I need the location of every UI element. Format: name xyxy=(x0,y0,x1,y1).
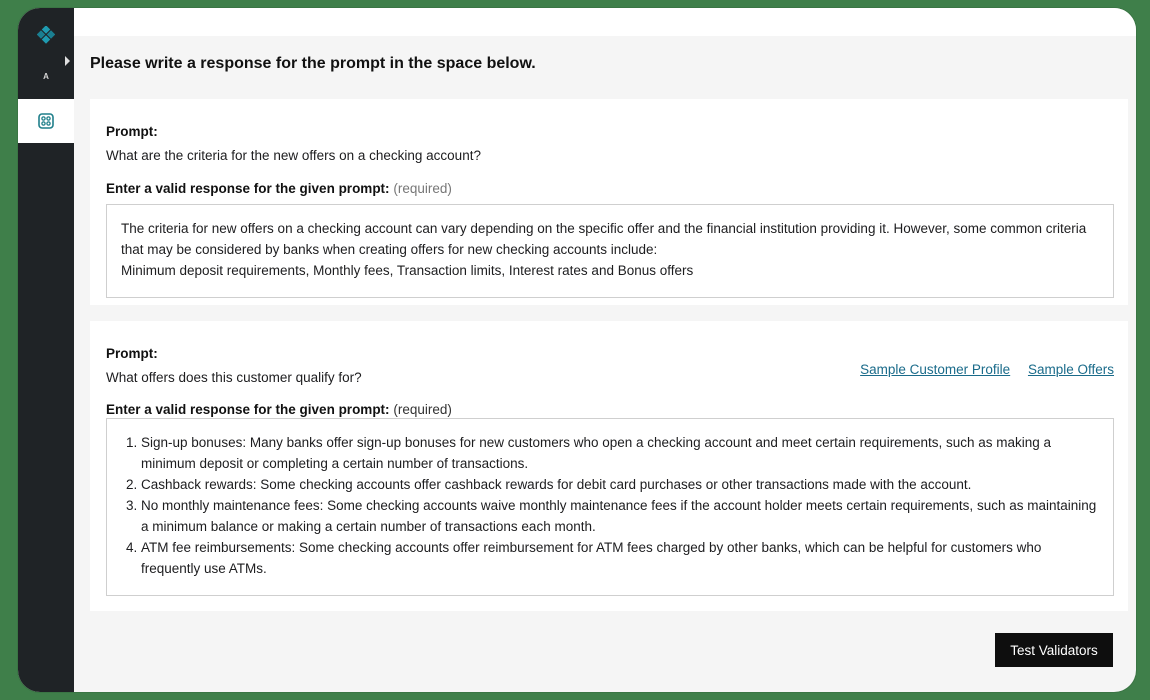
sidebar-item-blocks[interactable] xyxy=(18,99,74,143)
list-item: No monthly maintenance fees: Some checki… xyxy=(141,495,1099,537)
response-field-2[interactable]: Sign-up bonuses: Many banks offer sign-u… xyxy=(106,418,1114,596)
chevron-right-icon[interactable] xyxy=(64,56,72,66)
response-label-text: Enter a valid response for the given pro… xyxy=(106,402,390,417)
sidebar: A xyxy=(18,8,74,692)
app-window: A Please write a response for the prompt… xyxy=(18,8,1136,692)
page-instruction: Please write a response for the prompt i… xyxy=(90,55,536,72)
prompt-label: Prompt: xyxy=(106,124,158,139)
avatar[interactable]: A xyxy=(40,71,52,83)
test-validators-button[interactable]: Test Validators xyxy=(995,633,1113,667)
response-label-text: Enter a valid response for the given pro… xyxy=(106,181,390,196)
diamond-grid-logo-icon[interactable] xyxy=(37,26,55,44)
required-hint: (required) xyxy=(393,402,452,417)
sample-customer-profile-link[interactable]: Sample Customer Profile xyxy=(860,362,1010,377)
response-label: Enter a valid response for the given pro… xyxy=(106,402,452,417)
prompt-question: What are the criteria for the new offers… xyxy=(106,148,481,163)
sample-offers-link[interactable]: Sample Offers xyxy=(1028,362,1114,377)
response-paragraph: Minimum deposit requirements, Monthly fe… xyxy=(121,263,694,278)
top-bar xyxy=(74,8,1136,36)
blocks-app-icon xyxy=(38,113,54,129)
response-paragraph: The criteria for new offers on a checkin… xyxy=(121,221,1087,257)
prompt-card-1: Prompt: What are the criteria for the ne… xyxy=(90,99,1128,305)
prompt-question: What offers does this customer qualify f… xyxy=(106,370,362,385)
reference-links: Sample Customer Profile Sample Offers xyxy=(846,362,1114,377)
response-field-1[interactable]: The criteria for new offers on a checkin… xyxy=(106,204,1114,298)
response-label: Enter a valid response for the given pro… xyxy=(106,181,452,196)
prompt-label: Prompt: xyxy=(106,346,158,361)
prompt-card-2: Prompt: What offers does this customer q… xyxy=(90,321,1128,611)
list-item: Cashback rewards: Some checking accounts… xyxy=(141,474,1099,495)
list-item: ATM fee reimbursements: Some checking ac… xyxy=(141,537,1099,579)
list-item: Sign-up bonuses: Many banks offer sign-u… xyxy=(141,432,1099,474)
response-list: Sign-up bonuses: Many banks offer sign-u… xyxy=(121,432,1099,579)
required-hint: (required) xyxy=(393,181,452,196)
